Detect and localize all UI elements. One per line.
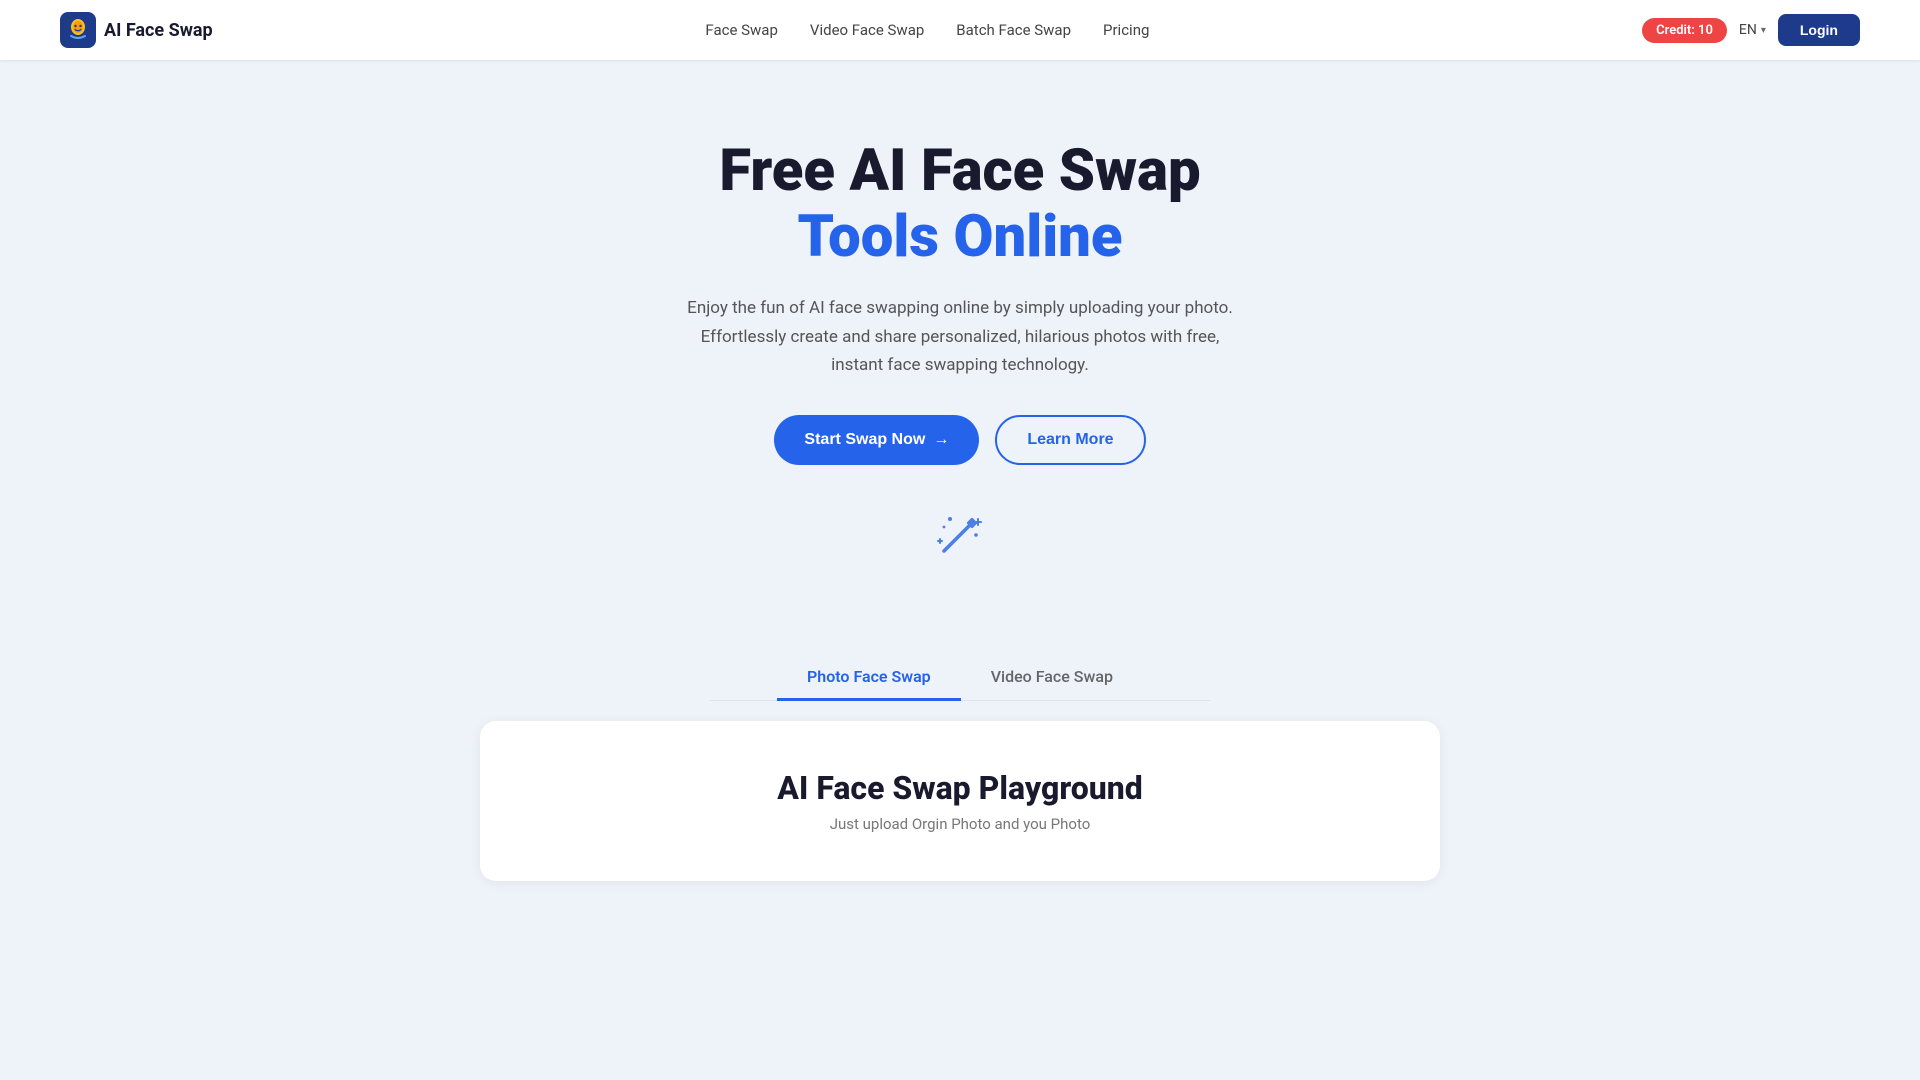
playground-subtitle: Just upload Orgin Photo and you Photo [520,815,1400,833]
navigation: AI Face Swap Face Swap Video Face Swap B… [0,0,1920,60]
logo-icon [60,12,96,48]
credit-badge[interactable]: Credit: 10 [1642,18,1727,43]
start-swap-label: Start Swap Now [804,431,925,449]
logo-text: AI Face Swap [104,20,213,41]
start-swap-button[interactable]: Start Swap Now → [774,415,979,465]
lang-selector[interactable]: EN ▾ [1739,22,1766,38]
nav-pricing[interactable]: Pricing [1103,21,1149,39]
nav-video-face-swap[interactable]: Video Face Swap [810,21,924,39]
login-button[interactable]: Login [1778,14,1860,46]
learn-more-button[interactable]: Learn More [995,415,1145,465]
lang-label: EN [1739,22,1757,38]
hero-title-line1: Free AI Face Swap [719,137,1200,205]
tabs-bar: Photo Face Swap Video Face Swap [710,655,1210,701]
playground-title: AI Face Swap Playground [520,769,1400,807]
logo[interactable]: AI Face Swap [60,12,213,48]
chevron-down-icon: ▾ [1761,25,1766,36]
tabs-section: Photo Face Swap Video Face Swap AI Face … [0,655,1920,881]
playground-card: AI Face Swap Playground Just upload Orgi… [480,721,1440,881]
tab-photo-face-swap[interactable]: Photo Face Swap [777,655,961,701]
hero-title: Free AI Face Swap Tools Online [40,140,1880,270]
hero-section: Free AI Face Swap Tools Online Enjoy the… [0,60,1920,625]
nav-right: Credit: 10 EN ▾ Login [1642,14,1860,46]
tab-video-face-swap[interactable]: Video Face Swap [961,655,1143,701]
hero-title-line2: Tools Online [797,203,1122,271]
nav-links: Face Swap Video Face Swap Batch Face Swa… [705,21,1149,39]
arrow-right-icon: → [933,431,949,449]
nav-face-swap[interactable]: Face Swap [705,21,778,39]
hero-subtitle: Enjoy the fun of AI face swapping online… [680,294,1240,378]
hero-buttons: Start Swap Now → Learn More [40,415,1880,465]
nav-batch-face-swap[interactable]: Batch Face Swap [956,21,1071,39]
magic-icon-container [40,505,1880,565]
magic-wand-icon [930,505,990,565]
